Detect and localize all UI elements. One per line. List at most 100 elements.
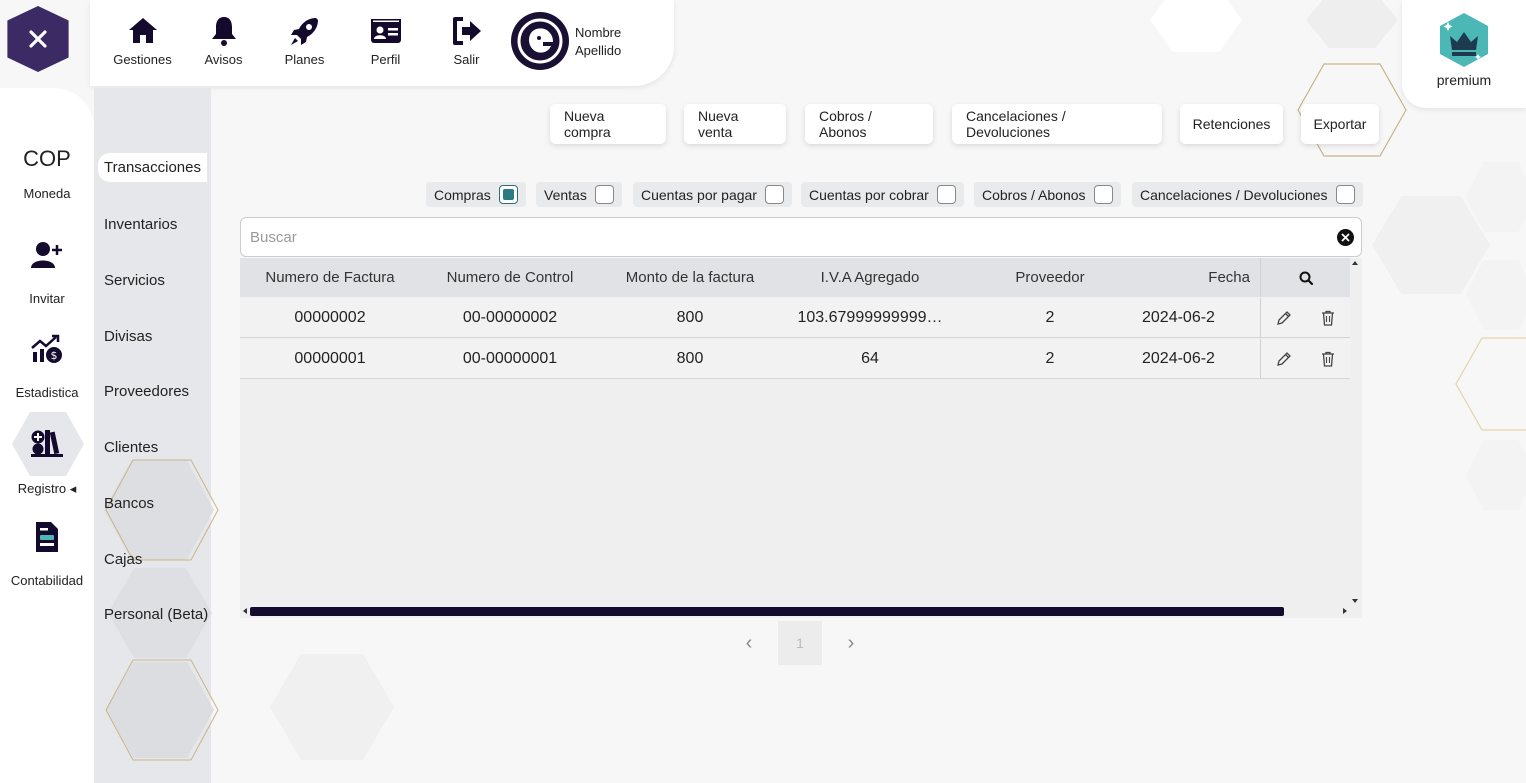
rail-currency[interactable]: COP Moneda	[0, 146, 94, 201]
column-header[interactable]: Numero de Control	[420, 258, 600, 297]
withholdings-button[interactable]: Retenciones	[1180, 104, 1283, 144]
column-header[interactable]: Monto de la factura	[600, 258, 780, 297]
search-input[interactable]	[241, 218, 1321, 256]
scroll-right-arrow-icon[interactable]	[1342, 608, 1348, 614]
rail-accounting[interactable]: Contabilidad	[0, 520, 94, 588]
next-page-button[interactable]: ›	[838, 632, 864, 655]
svg-text:$: $	[51, 349, 58, 362]
nav-avisos[interactable]: Avisos	[183, 14, 264, 67]
filter-checkbox[interactable]	[498, 185, 518, 204]
trash-icon[interactable]	[1321, 310, 1335, 326]
filter-checkbox[interactable]	[1093, 185, 1113, 204]
chart-growth-icon: $	[31, 334, 62, 363]
filter-label: Cancelaciones / Devoluciones	[1140, 186, 1328, 203]
pagination: ‹ 1 ›	[736, 621, 864, 665]
filter-label: Cuentas por pagar	[641, 186, 757, 203]
page-number-button[interactable]: 1	[778, 621, 822, 665]
nav-label: Avisos	[204, 52, 243, 67]
submenu-item-personal-beta[interactable]: Personal (Beta)	[104, 606, 208, 623]
control-number: 00-00000001	[462, 349, 558, 367]
submenu-item-divisas[interactable]: Divisas	[104, 328, 152, 345]
filter-cuentas-por-cobrar[interactable]: Cuentas por cobrar	[801, 182, 964, 207]
filter-label: Cobros / Abonos	[982, 186, 1086, 203]
currency-label: Moneda	[23, 186, 71, 201]
nav-gestiones[interactable]: Gestiones	[102, 14, 183, 67]
nav-planes[interactable]: Planes	[264, 14, 345, 67]
filter-checkbox[interactable]	[594, 185, 614, 204]
register-label: Registro ◂	[17, 481, 77, 496]
rail-invite[interactable]: Invitar	[0, 240, 94, 306]
row-actions	[1260, 339, 1350, 379]
logout-icon	[452, 17, 481, 45]
filter-label: Cuentas por cobrar	[809, 186, 929, 203]
filter-cancelaciones[interactable]: Cancelaciones / Devoluciones	[1132, 182, 1363, 207]
trash-icon[interactable]	[1321, 351, 1335, 367]
close-icon	[29, 30, 47, 48]
supplier: 2	[1045, 308, 1055, 326]
premium-badge[interactable]: premium	[1402, 0, 1526, 108]
submenu-item-clientes[interactable]: Clientes	[104, 439, 158, 456]
edit-pencil-icon[interactable]	[1276, 351, 1292, 367]
submenu-item-label: Inventarios	[104, 216, 178, 233]
filter-checkbox[interactable]	[936, 185, 956, 204]
submenu-item-label: Cajas	[104, 551, 143, 568]
nav-perfil[interactable]: Perfil	[345, 14, 426, 67]
decor-hexagon-outline	[105, 659, 219, 761]
submenu-item-cajas[interactable]: Cajas	[104, 551, 142, 568]
filter-checkbox[interactable]	[1335, 185, 1355, 204]
prev-page-button[interactable]: ‹	[736, 632, 762, 655]
new-sale-button[interactable]: Nueva venta	[684, 104, 786, 144]
submenu-item-proveedores[interactable]: Proveedores	[104, 383, 189, 400]
invoice-number: 00000002	[294, 308, 366, 326]
control-number: 00-00000002	[462, 308, 558, 326]
submenu-item-label: Bancos	[104, 495, 155, 512]
rail-register[interactable]: Registro ◂	[0, 428, 94, 497]
close-menu-button[interactable]	[7, 6, 69, 72]
export-button[interactable]: Exportar	[1301, 104, 1379, 144]
column-header[interactable]: Fecha	[1140, 258, 1260, 297]
filter-compras[interactable]: Compras	[426, 182, 526, 207]
table-row[interactable]: 00000002 00-00000002 800 103.67999999999…	[240, 298, 1350, 338]
column-header[interactable]: Proveedor	[960, 258, 1140, 297]
accounting-label: Contabilidad	[10, 573, 84, 588]
rail-statistics[interactable]: $ Estadistica	[0, 334, 94, 400]
decor-hexagon	[1466, 260, 1526, 330]
submenu-item-transacciones[interactable]: Transacciones	[98, 153, 207, 182]
edit-pencil-icon[interactable]	[1276, 310, 1292, 326]
lion-logo-icon	[517, 18, 563, 64]
scroll-down-arrow-icon[interactable]	[1352, 598, 1358, 604]
premium-label: premium	[1436, 72, 1492, 88]
cancellations-button[interactable]: Cancelaciones / Devoluciones	[952, 104, 1162, 144]
submenu-item-label: Clientes	[104, 439, 159, 456]
horizontal-scrollbar-thumb[interactable]	[250, 607, 1284, 616]
column-header[interactable]: Numero de Factura	[240, 258, 420, 297]
nav-label: Salir	[453, 52, 480, 67]
search-icon[interactable]	[1299, 271, 1313, 285]
submenu-item-inventarios[interactable]: Inventarios	[104, 216, 177, 233]
clear-search-button[interactable]	[1337, 229, 1354, 246]
user-avatar[interactable]	[511, 12, 569, 70]
scroll-up-arrow-icon[interactable]	[1352, 260, 1358, 266]
submenu-item-bancos[interactable]: Bancos	[104, 495, 154, 512]
scroll-left-arrow-icon[interactable]	[242, 608, 248, 614]
filter-cuentas-por-pagar[interactable]: Cuentas por pagar	[633, 182, 792, 207]
bell-icon	[211, 17, 236, 46]
filter-cobros-abonos[interactable]: Cobros / Abonos	[974, 182, 1121, 207]
nav-salir[interactable]: Salir	[426, 14, 507, 67]
new-purchase-button[interactable]: Nueva compra	[550, 104, 666, 144]
filter-label: Ventas	[544, 186, 587, 203]
table-row[interactable]: 00000001 00-00000001 800 64 2 2024-06-2	[240, 339, 1350, 379]
user-name: Nombre Apellido	[575, 24, 621, 60]
submenu-item-servicios[interactable]: Servicios	[104, 272, 165, 289]
decor-hexagon	[270, 654, 394, 760]
add-user-icon	[31, 242, 62, 268]
invite-label: Invitar	[29, 291, 65, 306]
filter-ventas[interactable]: Ventas	[536, 182, 622, 207]
filter-checkbox[interactable]	[764, 185, 784, 204]
home-icon	[128, 18, 157, 43]
nav-label: Planes	[284, 52, 325, 67]
nav-label: Perfil	[370, 52, 401, 67]
payments-button[interactable]: Cobros / Abonos	[805, 104, 933, 144]
column-header[interactable]: I.V.A Agregado	[780, 258, 960, 297]
transactions-table: Numero de Factura Numero de Control Mont…	[240, 258, 1362, 618]
